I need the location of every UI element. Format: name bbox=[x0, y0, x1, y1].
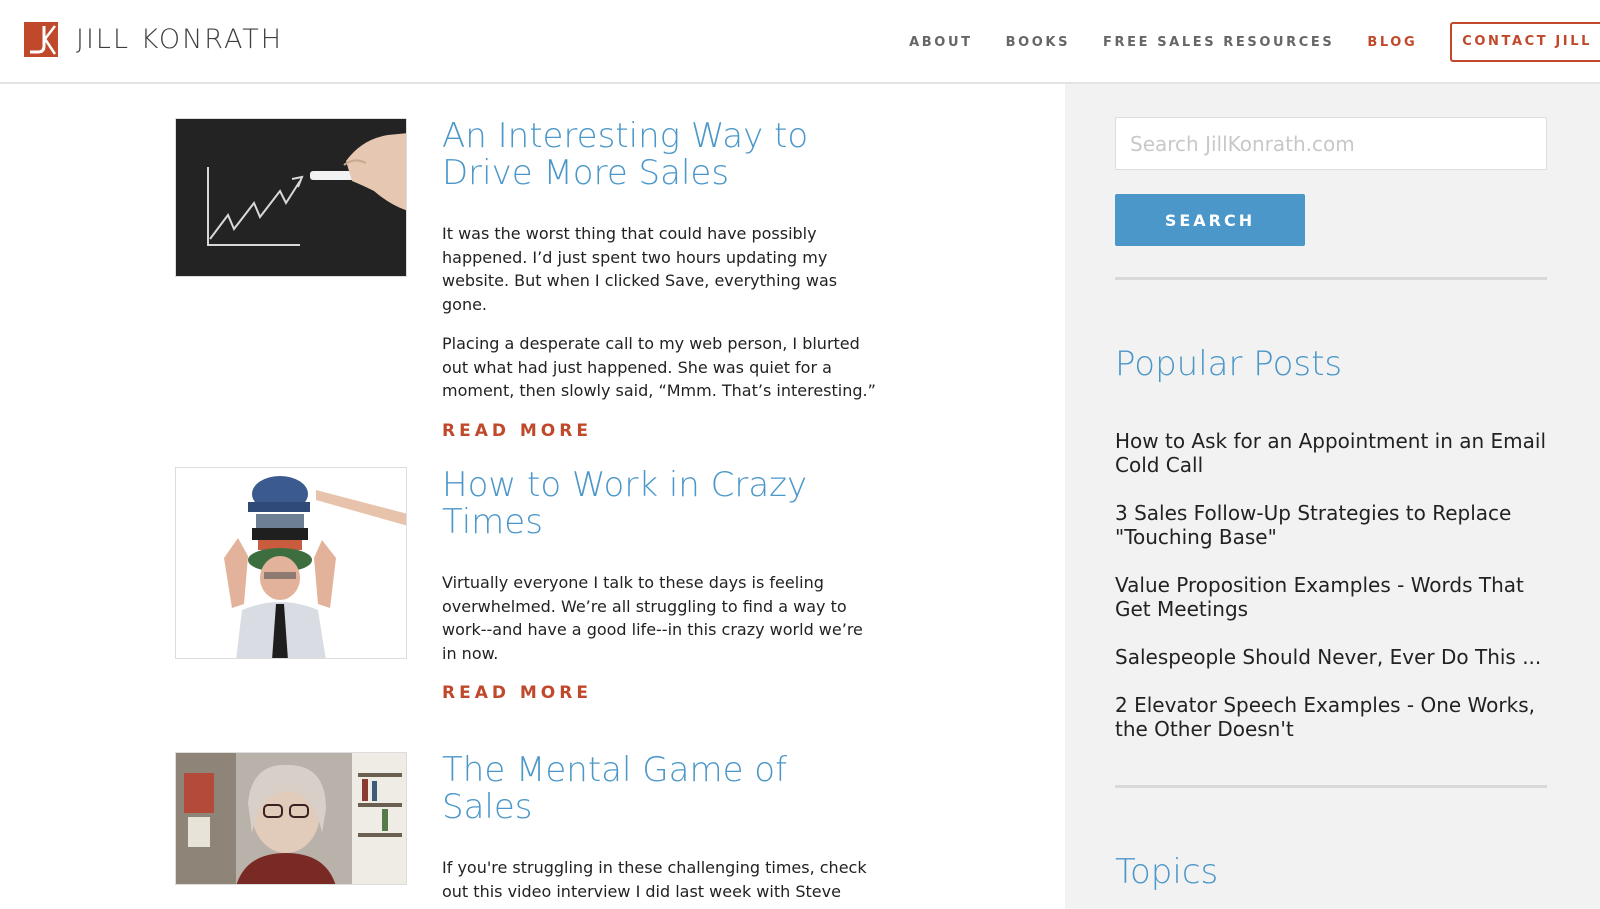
read-more-link[interactable]: READ MORE bbox=[442, 683, 592, 703]
post-paragraph: If you're struggling in these challengin… bbox=[442, 858, 867, 901]
contact-jill-button[interactable]: CONTACT JILL bbox=[1450, 22, 1600, 62]
sidebar-divider bbox=[1115, 785, 1547, 788]
site-name: JILL KONRATH bbox=[76, 24, 284, 55]
site-logo[interactable]: JILL KONRATH bbox=[24, 22, 283, 57]
popular-post-link[interactable]: 2 Elevator Speech Examples - One Works, … bbox=[1115, 693, 1555, 741]
post-paragraph: Virtually everyone I talk to these days … bbox=[442, 573, 863, 663]
search-input[interactable] bbox=[1115, 117, 1547, 170]
post-thumbnail-hats[interactable] bbox=[175, 467, 407, 659]
sidebar: SEARCH Popular Posts How to Ask for an A… bbox=[1065, 84, 1600, 909]
post-thumbnail-chalkboard[interactable] bbox=[175, 118, 407, 277]
read-more-link[interactable]: READ MORE bbox=[442, 421, 592, 441]
topics-heading: Topics bbox=[1115, 852, 1219, 892]
post-thumbnail-video-interview[interactable] bbox=[175, 752, 407, 885]
post-content: How to Work in Crazy Times Virtually eve… bbox=[442, 467, 882, 704]
popular-posts-heading: Popular Posts bbox=[1115, 344, 1343, 384]
popular-post-link[interactable]: 3 Sales Follow-Up Strategies to Replace … bbox=[1115, 501, 1555, 549]
post-excerpt: It was the worst thing that could have p… bbox=[442, 222, 882, 403]
post-content: The Mental Game of Sales If you're strug… bbox=[442, 752, 882, 909]
post-paragraph: It was the worst thing that could have p… bbox=[442, 224, 838, 314]
popular-post-link[interactable]: How to Ask for an Appointment in an Emai… bbox=[1115, 429, 1555, 477]
post-title[interactable]: An Interesting Way to Drive More Sales bbox=[442, 118, 882, 192]
sidebar-divider bbox=[1115, 277, 1547, 280]
main-nav: ABOUT BOOKS FREE SALES RESOURCES BLOG CO… bbox=[876, 22, 1600, 62]
search-button[interactable]: SEARCH bbox=[1115, 194, 1305, 246]
post-content: An Interesting Way to Drive More Sales I… bbox=[442, 118, 882, 441]
post-excerpt: Virtually everyone I talk to these days … bbox=[442, 571, 882, 665]
nav-about[interactable]: ABOUT bbox=[909, 35, 972, 50]
popular-post-link[interactable]: Salespeople Should Never, Ever Do This .… bbox=[1115, 645, 1555, 669]
post-title[interactable]: The Mental Game of Sales bbox=[442, 752, 882, 826]
popular-post-link[interactable]: Value Proposition Examples - Words That … bbox=[1115, 573, 1555, 621]
popular-posts-list: How to Ask for an Appointment in an Emai… bbox=[1115, 429, 1555, 765]
post-paragraph: Placing a desperate call to my web perso… bbox=[442, 334, 876, 400]
post-excerpt: If you're struggling in these challengin… bbox=[442, 856, 882, 903]
post-title[interactable]: How to Work in Crazy Times bbox=[442, 467, 882, 541]
nav-free-sales-resources[interactable]: FREE SALES RESOURCES bbox=[1103, 35, 1334, 50]
nav-books[interactable]: BOOKS bbox=[1006, 35, 1070, 50]
nav-blog[interactable]: BLOG bbox=[1367, 35, 1417, 50]
site-header: JILL KONRATH ABOUT BOOKS FREE SALES RESO… bbox=[0, 0, 1600, 84]
jk-logo-icon bbox=[24, 22, 58, 57]
